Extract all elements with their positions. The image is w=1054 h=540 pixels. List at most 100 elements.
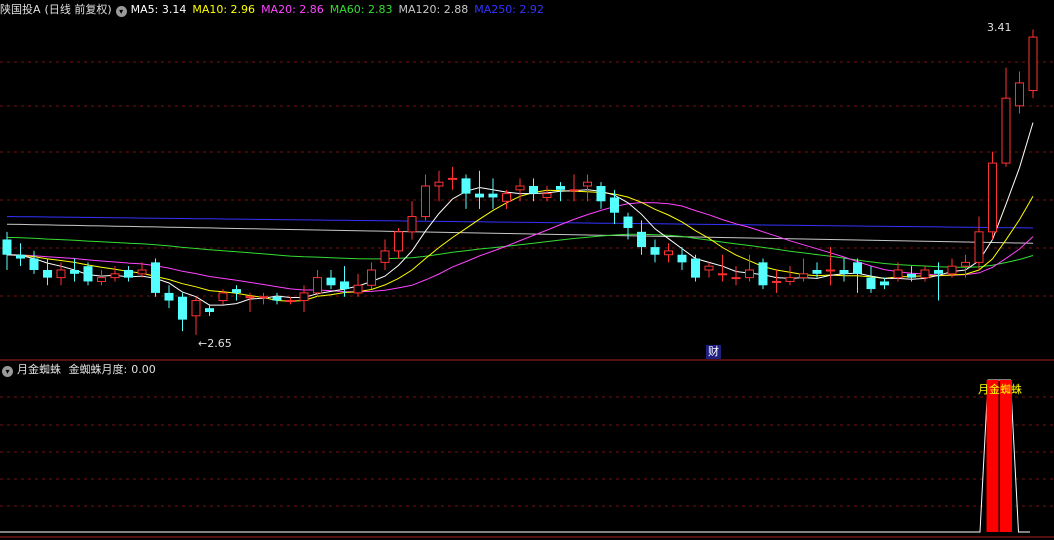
candle-body-up [259,296,268,299]
candle-body-up [313,277,322,294]
candle-body-down [151,262,160,293]
candle-body-down [475,193,484,198]
candle-body-down [853,262,862,274]
candle-body-up [731,277,741,280]
candle-body-up [785,277,795,282]
chart-mode[interactable]: (日线 前复权) [45,3,112,16]
candle-body-up [1015,82,1024,107]
candle-body-down [232,289,241,293]
candle-body-down [839,270,849,274]
candle-body-up [299,292,309,302]
candle-body-down [650,247,660,255]
candle-body-up [772,280,781,283]
ma60-line [6,233,1034,268]
candle-body-down [83,266,93,282]
candle-body-down [637,231,646,248]
candle-body-up [56,269,66,279]
candle-body-up [542,193,552,198]
candle-body-up [97,277,106,282]
candle-body-down [272,296,282,301]
candle-body-down [326,277,336,286]
sub-grid [0,396,1054,507]
candle-body-down [124,270,133,278]
chevron-down-icon[interactable]: ▾ [2,366,13,377]
candle-body-up [664,250,673,256]
candle-body-down [43,270,52,278]
candle-body-down [529,186,538,194]
sub-title[interactable]: 月金蜘蛛 [17,363,61,376]
candle-body-down [758,262,768,286]
candle-body-up [286,300,295,303]
arrow-left-icon: ← [198,336,208,350]
candle-body-up [718,273,727,276]
candle-body-up [745,269,754,279]
candle-body-up [961,261,970,267]
candle-body-up [826,269,835,272]
candle-body-up [367,269,376,286]
candle-body-down [205,308,214,312]
candle-body-up [893,269,903,279]
candle-body-down [488,193,498,198]
candle-body-down [623,216,633,228]
signal-bar [986,380,999,532]
candle-body-down [340,281,349,290]
candle-body-down [16,254,25,259]
candle-body-up [569,189,579,192]
candle-body-down [461,178,471,194]
main-header: 陕国投A (日线 前复权) ▾ MA5: 3.14 MA10: 2.96 MA20: 2.… [0,1,554,19]
candle-body-up [704,265,714,271]
candle-body-down [164,292,174,301]
ma-lines [6,122,1034,306]
high-price-label: 3.41 [987,21,1012,35]
ma-legend-item: MA120: 2.88 [398,3,469,16]
candle-body-down [691,258,700,278]
candle-body-up [421,185,430,218]
candle-body-up [110,273,120,279]
chevron-down-icon[interactable]: ▾ [115,6,127,17]
ma-legend-item: MA10: 2.96 [192,3,256,16]
candle-body-up [353,284,363,294]
candle-body-down [2,239,12,255]
ma-legend-item: MA5: 3.14 [130,3,187,16]
signal-bar [1000,380,1012,532]
candle-body-up [1001,97,1011,164]
finance-badge[interactable]: 财 [706,345,721,359]
indicator-value: 0.00 [131,363,156,376]
signal-label: 月金蜘蛛 [978,383,1022,396]
candle-body-down [70,270,79,274]
signal-line [0,379,1030,533]
candle-body-up [947,265,957,275]
candle-body-down [866,277,876,290]
ma20-line [6,202,1034,293]
low-price-label: ←2.65 [198,337,232,350]
candle-body-up [988,162,997,233]
candle-body-down [677,254,687,263]
chart-svg[interactable] [0,0,1054,540]
ma-legend-item: MA250: 2.92 [474,3,544,16]
candle-body-down [556,186,565,190]
candle-body-up [974,231,984,263]
stock-chart-window: 陕国投A (日线 前复权) ▾ MA5: 3.14 MA10: 2.96 MA20: 2.… [0,0,1054,540]
ma-legend-item: MA60: 2.83 [329,3,393,16]
candle-body-up [799,273,808,279]
candles [2,29,1038,335]
candle-body-up [1028,36,1038,92]
candle-body-down [596,186,606,202]
candle-body-down [907,273,916,278]
candle-body-down [812,270,822,274]
candle-body-down [934,270,943,274]
stock-title[interactable]: 陕国投A [0,3,41,16]
candle-body-up [583,181,592,187]
ma250-line [6,216,1034,229]
candle-body-up [407,216,417,233]
candle-body-down [880,281,889,286]
candle-body-up [502,193,511,202]
candle-body-up [191,300,201,317]
candle-body-up [380,250,390,263]
candle-body-down [29,258,39,270]
candle-body-up [434,181,444,187]
indicator-label: 金蜘蛛月度: [68,363,128,376]
ma-legend-item: MA20: 2.86 [261,3,324,16]
candle-body-up [448,177,457,180]
main-grid [0,61,1054,297]
